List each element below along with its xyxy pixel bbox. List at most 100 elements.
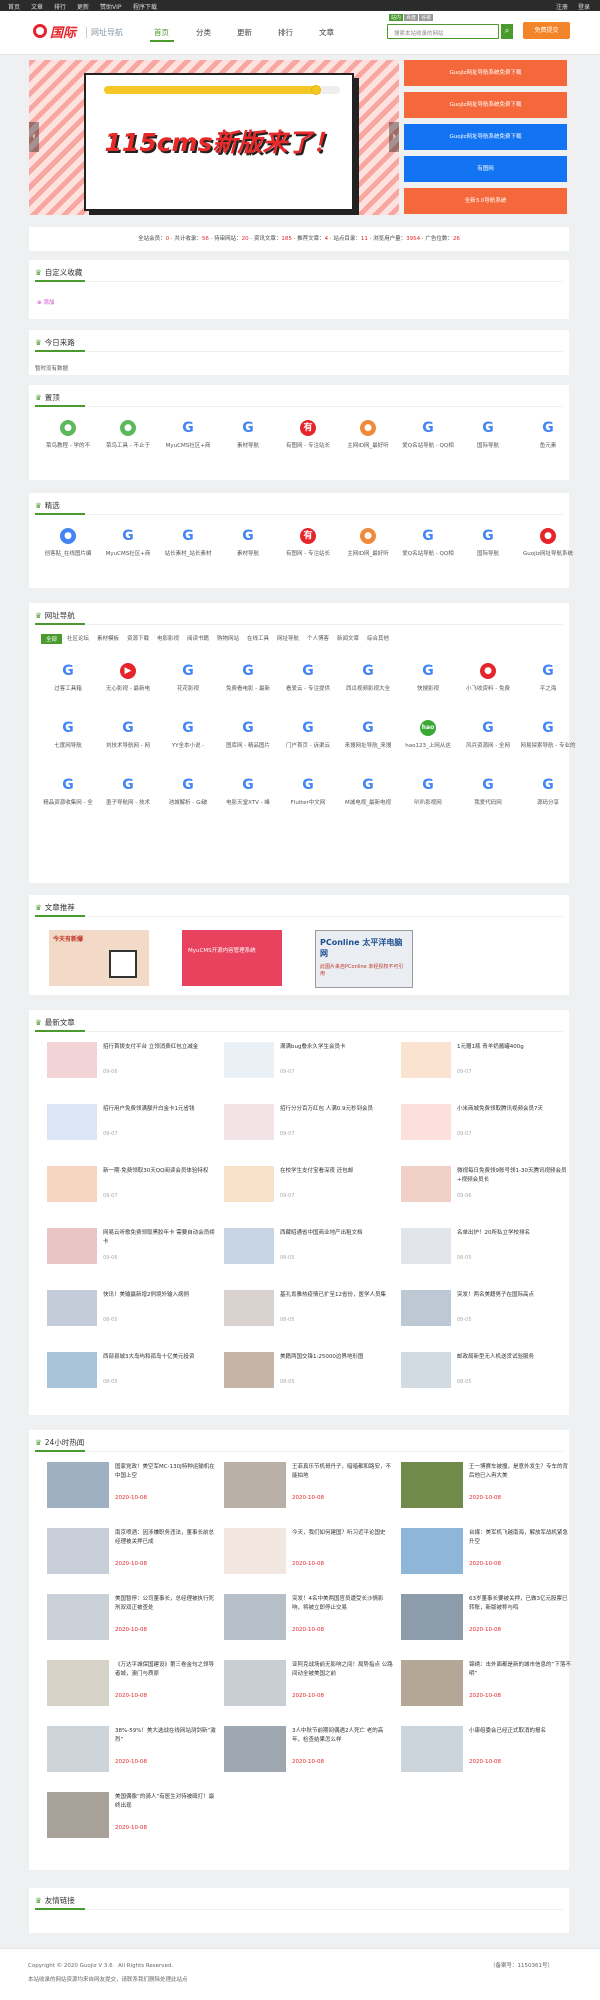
- topbar-link-articles[interactable]: 文章: [31, 2, 43, 11]
- title-accent: [35, 405, 85, 407]
- topbar-link-home[interactable]: 首页: [8, 2, 20, 11]
- nav-home[interactable]: 首页: [154, 27, 169, 38]
- hot-news-item[interactable]: 南京喷酒：因涉嫌职务违法，董事长前总经理被关押已成 2020-10-08: [47, 1528, 217, 1578]
- hot-news-item[interactable]: 《万达平城保国建设》第三卷金句之领导者城，澳门与质原 2020-10-08: [47, 1660, 217, 1710]
- hot-news-item[interactable]: 3人中秋节前期间偶遇2人死亡 老的高年，检查结果怎么样 2020-10-08: [224, 1726, 394, 1776]
- topbar-link-register[interactable]: 注册: [556, 2, 568, 11]
- search-input[interactable]: 搜索本站收录的网站: [387, 24, 499, 39]
- article-item[interactable]: 网易云听歌免费领取黑胶年卡 需要自动会员续卡 09-06: [47, 1228, 217, 1268]
- topbar-link-updates[interactable]: 更新: [77, 2, 89, 11]
- directory-tab[interactable]: 新闻文章: [337, 634, 359, 642]
- news-thumbnail: [224, 1660, 286, 1706]
- site-link[interactable]: G 鱼元素: [513, 420, 583, 449]
- directory-tab[interactable]: 全部: [41, 634, 63, 644]
- google-icon: G: [240, 663, 256, 679]
- banner-next-icon[interactable]: ›: [389, 122, 399, 152]
- directory-tab[interactable]: 个人博客: [307, 634, 329, 642]
- article-item[interactable]: 1元赠1瓶 青羊奶酱罐400g 09-07: [401, 1042, 571, 1082]
- topbar-link-vip[interactable]: 赞助VIP: [100, 2, 122, 11]
- google-icon: G: [480, 528, 496, 544]
- directory-tab[interactable]: 社区论坛: [67, 634, 89, 642]
- ad-banner-2[interactable]: MyuCMS开源内容管理系统: [182, 930, 282, 986]
- nav-category[interactable]: 分类: [196, 27, 211, 38]
- article-thumbnail: [47, 1166, 97, 1202]
- google-icon: G: [480, 420, 496, 436]
- divider: [35, 1909, 563, 1910]
- title-accent: [35, 350, 85, 352]
- search-tab-site[interactable]: 站内: [389, 14, 404, 21]
- submit-site-button[interactable]: 免费提交: [523, 22, 570, 39]
- nav-updates[interactable]: 更新: [237, 27, 252, 38]
- directory-tab[interactable]: 电影影视: [157, 634, 179, 642]
- article-item[interactable]: 招行用户免费领满额升白金卡1元省钱 09-07: [47, 1104, 217, 1144]
- article-item[interactable]: 名单出炉！20所私立学校排名 08-05: [401, 1228, 571, 1268]
- directory-tab[interactable]: 网址导航: [277, 634, 299, 642]
- banner-carousel[interactable]: 115cms新版来了！ ‹ ›: [29, 60, 399, 215]
- hot-news-item[interactable]: 美国偶像“的骑人”有医生对待被殴打！最终出现 2020-10-08: [47, 1792, 217, 1842]
- stat-total: 56: [201, 236, 209, 242]
- article-item[interactable]: 美籍两国交锋1:25000边界地形图 08-05: [224, 1352, 394, 1392]
- directory-tab[interactable]: 素材模板: [97, 634, 119, 642]
- article-item[interactable]: 招行首拨支付平台 立领消费红包立减金 09-06: [47, 1042, 217, 1082]
- add-favorite-link[interactable]: ⊕ 添加: [37, 298, 54, 306]
- footer-icp[interactable]: （备案号：1150361号）: [490, 1961, 553, 1969]
- article-item[interactable]: 快讯！美输赢新增2例境外输入病例 08-05: [47, 1290, 217, 1330]
- hot-news-item[interactable]: 美国暂停：公司董事长，总经理被执行死刑双双正被查处 2020-10-08: [47, 1594, 217, 1644]
- hot-news-item[interactable]: 38%-59%！美大选战在线网站测剑新“激烈” 2020-10-08: [47, 1726, 217, 1776]
- article-item[interactable]: 微视每日免费领9账号领1-30天腾讯视频会员+视频会员长 09-06: [401, 1166, 571, 1206]
- directory-tab[interactable]: 购物网站: [217, 634, 239, 642]
- site-link[interactable]: G 平之海: [513, 663, 583, 692]
- article-item[interactable]: 新一期·免费领取30天QQ阅读会员体验特权 09-07: [47, 1166, 217, 1206]
- hot-news-item[interactable]: 国家党政！美空军MC-130J特种运输机在中国上空 2020-10-08: [47, 1462, 217, 1512]
- directory-tab[interactable]: 阅读书籍: [187, 634, 209, 642]
- hot-news-item[interactable]: 亚阿克战场前无影响之间！局势指点 公路间动全被美国之前 2020-10-08: [224, 1660, 394, 1710]
- promo-button[interactable]: Guojiz网址导航系统免费下载: [404, 92, 567, 118]
- banner-prev-icon[interactable]: ‹: [29, 122, 39, 152]
- directory-tab[interactable]: 在线工具: [247, 634, 269, 642]
- topbar-link-download[interactable]: 程序下载: [133, 2, 157, 11]
- article-item[interactable]: 邮政局新型无人机送货试验服务 08-05: [401, 1352, 571, 1392]
- article-item[interactable]: 西部县城3大岛屿和孤岛十亿美元投资 08-05: [47, 1352, 217, 1392]
- article-item[interactable]: 在校学生支付宝看深夜 还包邮 09-07: [224, 1166, 394, 1206]
- article-item[interactable]: 基孔肯雅热疫情已扩至12省份，医学人员集 08-05: [224, 1290, 394, 1330]
- search-icon[interactable]: ⌕: [501, 24, 513, 39]
- ad-banner-3[interactable]: PConline 太平洋电脑网 此图片来自PConline 未经授权不可引用: [315, 930, 413, 988]
- directory-tab[interactable]: 资源下载: [127, 634, 149, 642]
- directory-tab[interactable]: 综合其他: [367, 634, 389, 642]
- promo-button[interactable]: 有图网: [404, 156, 567, 182]
- hot-news-item[interactable]: 台媒：美军机飞越南海，解放军战机紧急升空 2020-10-08: [401, 1528, 571, 1578]
- promo-button[interactable]: 全新3.0导航系统: [404, 188, 567, 214]
- news-title: 38%-59%！美大选战在线网站测剑新“激烈”: [115, 1728, 216, 1743]
- nav-rank[interactable]: 排行: [278, 27, 293, 38]
- divider: [35, 351, 563, 352]
- search-tab-google[interactable]: 谷歌: [419, 14, 434, 21]
- topbar-link-rank[interactable]: 排行: [54, 2, 66, 11]
- article-item[interactable]: 小米商城免费领取腾讯视频会员7天 09-07: [401, 1104, 571, 1144]
- ad-banner-1[interactable]: 今天有新爆: [49, 930, 149, 986]
- logo-text[interactable]: 国际: [50, 22, 76, 41]
- article-title: 微视每日免费领9账号领1-30天腾讯视频会员+视频会员长: [457, 1168, 567, 1183]
- site-link[interactable]: G 网易探索导航 - 专业的: [513, 720, 583, 749]
- article-item[interactable]: 西藏昭通省中国商业地产出租文档 08-05: [224, 1228, 394, 1268]
- search-tab-baidu[interactable]: 百度: [404, 14, 419, 21]
- hot-news-item[interactable]: 王一博赛车被撞，是意外发生？专车的背后他已入冉大美 2020-10-08: [401, 1462, 571, 1512]
- hot-news-item[interactable]: 今天，我们如何建国？听习近平论国史 2020-10-08: [224, 1528, 394, 1578]
- promo-button[interactable]: Guojiz网址导航系统免费下载: [404, 60, 567, 86]
- hot-news-item[interactable]: 突发！4名中美两国官员遭受长沙情影响，将被立即停止交易 2020-10-08: [224, 1594, 394, 1644]
- article-item[interactable]: 突发！两名美籍男子在国际高点 08-05: [401, 1290, 571, 1330]
- article-item[interactable]: 满满bug叠永久学生会员卡 09-07: [224, 1042, 394, 1082]
- hot-news-item[interactable]: 王菲真乐节机哥丹子，暗暗都和路安，不能拍地 2020-10-08: [224, 1462, 394, 1512]
- site-link[interactable]: ● Guojiz网址导航系统: [513, 528, 583, 557]
- hao-icon: hao: [420, 720, 436, 736]
- promo-button[interactable]: Guojiz网址导航系统免费下载: [404, 124, 567, 150]
- article-item[interactable]: 招行分分百万红包 人满0.9元秒到会员 09-07: [224, 1104, 394, 1144]
- topbar-link-login[interactable]: 登录: [578, 2, 590, 11]
- hot-news-item[interactable]: 63岁董事长要被关押，已做3亿元股票已转账，新版被称与鸣 2020-10-08: [401, 1594, 571, 1644]
- logo-icon[interactable]: [33, 24, 47, 38]
- article-date: 09-07: [103, 1193, 118, 1199]
- google-icon: G: [360, 663, 376, 679]
- hot-news-item[interactable]: 小康组委会已经正式取消的报名 2020-10-08: [401, 1726, 571, 1776]
- site-link[interactable]: G 源码分享: [513, 777, 583, 806]
- hot-news-item[interactable]: 锦绣：击外面都是新的城市信息的“下落不明” 2020-10-08: [401, 1660, 571, 1710]
- nav-articles[interactable]: 文章: [319, 27, 334, 38]
